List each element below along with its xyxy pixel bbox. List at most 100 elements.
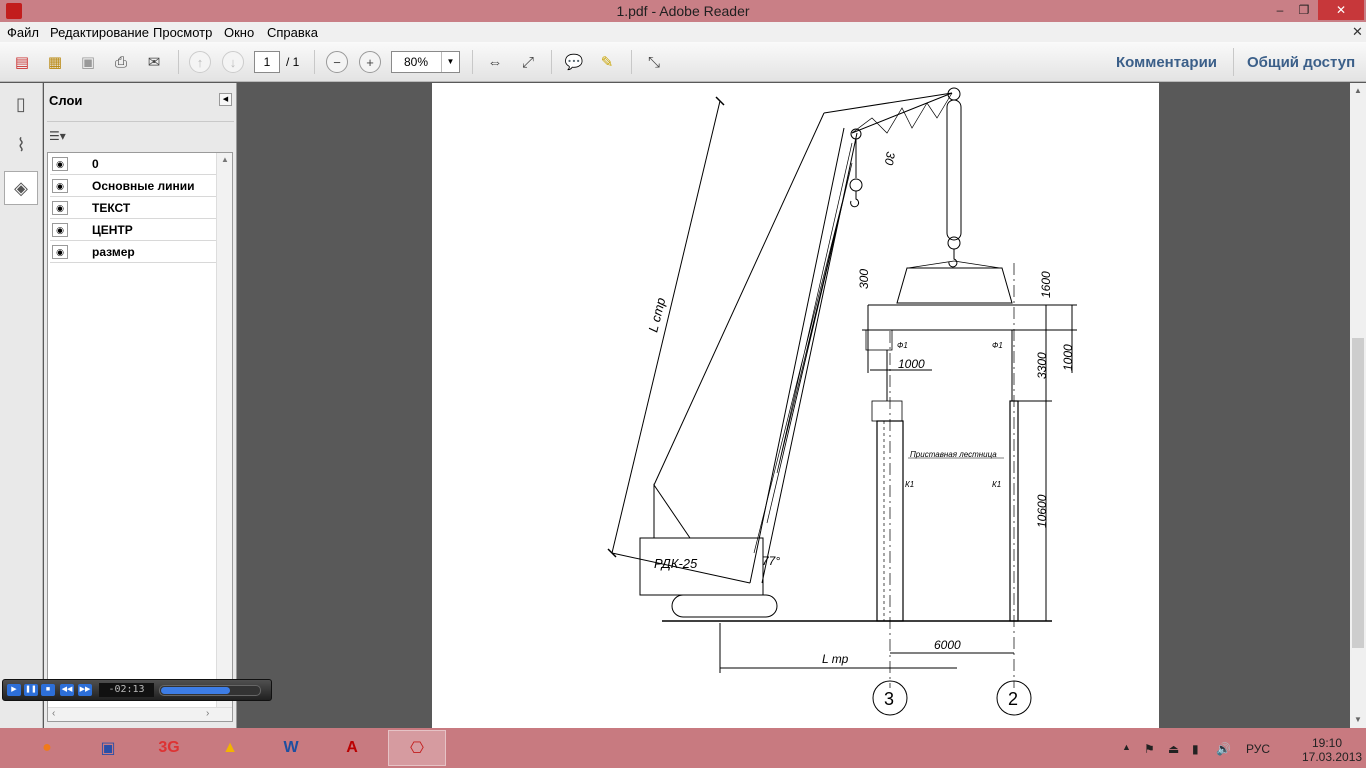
eye-icon[interactable]: ◉ [52, 245, 68, 259]
daemon-tools-icon[interactable]: ▲ [201, 730, 259, 766]
fit-page-icon[interactable]: ⤢ [515, 50, 541, 74]
menu-file[interactable]: Файл [7, 25, 39, 40]
toolbar-separator [314, 50, 315, 74]
eye-icon[interactable]: ◉ [52, 157, 68, 171]
stop-icon[interactable]: ■ [41, 684, 55, 696]
dim-3300: 3300 [1035, 352, 1049, 379]
open-folder-icon[interactable]: ▦ [42, 50, 68, 74]
aux-hook [850, 191, 860, 208]
layer-name: ЦЕНТР [92, 223, 133, 237]
taskbar: ● ▣ 3G ▲ W A ⎔ ▲ ⚑ ⏏ ▮ 🔊 РУС 19:10 17.03… [0, 728, 1366, 768]
layer-row[interactable]: ◉ Основные линии [50, 176, 216, 197]
page-thumbnails-icon[interactable]: ▯ [4, 87, 38, 121]
dim-10600: 10600 [1035, 494, 1049, 528]
usb-icon[interactable]: ⏏ [1168, 742, 1179, 756]
dim-6000: 6000 [934, 638, 961, 652]
page-number-input[interactable]: 1 [254, 51, 280, 73]
layer-name: размер [92, 245, 135, 259]
highlight-text-icon[interactable]: ✎ [594, 50, 620, 74]
layer-row[interactable]: ◉ размер [50, 242, 216, 263]
layers-hscrollbar[interactable]: ‹ › [48, 707, 232, 721]
stay-line [653, 112, 825, 486]
pdf-page[interactable]: L стр РДК-25 77° 30 1600 1000 3300 10600… [432, 83, 1159, 728]
maximize-button[interactable]: ❐ [1294, 0, 1314, 20]
save-icon[interactable]: ▣ [75, 50, 101, 74]
main-hook-pulley [947, 236, 961, 250]
media-progress-bar[interactable] [159, 685, 261, 696]
menu-view[interactable]: Просмотр [153, 25, 212, 40]
email-icon[interactable]: ✉ [141, 50, 167, 74]
close-document-button[interactable]: ✕ [1352, 24, 1363, 40]
close-button[interactable]: ✕ [1318, 0, 1364, 20]
collapse-panel-icon[interactable]: ◀ [219, 93, 232, 106]
scroll-right-icon[interactable]: › [206, 708, 209, 719]
3g-modem-icon[interactable]: 3G [140, 730, 198, 766]
scroll-up-icon[interactable]: ▲ [1354, 86, 1362, 95]
scroll-left-icon[interactable]: ‹ [52, 708, 55, 719]
layers-tree: ◉ 0 ◉ Основные линии ◉ ТЕКСТ ◉ ЦЕНТР ◉ р… [47, 152, 233, 722]
page-total: / 1 [286, 55, 300, 69]
pause-icon[interactable]: ❚❚ [24, 684, 38, 696]
print-icon[interactable]: ⎙ [108, 50, 134, 74]
previous-page-icon[interactable]: ↑ [189, 51, 211, 73]
layer-row[interactable]: ◉ ЦЕНТР [50, 220, 216, 241]
eye-icon[interactable]: ◉ [52, 223, 68, 237]
fullscreen-icon[interactable]: ⤡ [641, 50, 667, 74]
next-page-icon[interactable]: ↓ [222, 51, 244, 73]
layer-row[interactable]: ◉ 0 [50, 154, 216, 175]
eye-icon[interactable]: ◉ [52, 179, 68, 193]
action-center-icon[interactable]: ⚑ [1144, 742, 1155, 756]
layer-name: 0 [92, 157, 99, 171]
jib-line [823, 92, 953, 114]
menu-window[interactable]: Окно [224, 25, 254, 40]
clock-time: 19:10 [1311, 736, 1343, 750]
show-hidden-icons[interactable]: ▲ [1122, 742, 1131, 752]
create-pdf-icon[interactable]: ▤ [9, 50, 35, 74]
firefox-icon[interactable]: ● [18, 730, 76, 766]
network-icon[interactable]: ▮ [1192, 742, 1199, 756]
scroll-up-icon[interactable]: ▲ [221, 155, 229, 164]
layer-options-icon[interactable]: ☰▾ [49, 129, 66, 143]
menu-help[interactable]: Справка [267, 25, 318, 40]
ladder-label: Приставная лестница [910, 450, 997, 459]
comment-icon[interactable]: 💬 [561, 50, 587, 74]
column-head [871, 400, 903, 422]
media-progress-fill [161, 687, 230, 694]
dim-1000-right: 1000 [1061, 344, 1075, 371]
scroll-down-icon[interactable]: ▼ [1354, 715, 1362, 724]
document-area: L стр РДК-25 77° 30 1600 1000 3300 10600… [237, 83, 1350, 728]
adobe-reader-taskbar-icon[interactable]: ⎔ [388, 730, 446, 766]
rewind-icon[interactable]: ◀◀ [60, 684, 74, 696]
dim-1600: 1600 [1039, 271, 1053, 298]
toolbar-separator [472, 50, 473, 74]
document-scrollbar[interactable]: ▲ ▼ [1350, 83, 1366, 728]
save-floppy-icon[interactable]: ▣ [79, 730, 137, 766]
scrollbar-thumb[interactable] [1352, 338, 1364, 648]
zoom-select[interactable]: 80% ▼ [391, 51, 460, 73]
layers-scrollbar[interactable]: ▲ [216, 153, 232, 707]
fast-forward-icon[interactable]: ▶▶ [78, 684, 92, 696]
fit-width-icon[interactable]: ⇔ [482, 50, 508, 74]
zoom-in-icon[interactable]: + [359, 51, 381, 73]
attachments-icon[interactable]: ⌇ [4, 128, 38, 162]
share-link[interactable]: Общий доступ [1247, 54, 1355, 71]
volume-icon[interactable]: 🔊 [1216, 742, 1231, 756]
zoom-out-icon[interactable]: − [326, 51, 348, 73]
play-icon[interactable]: ▶ [7, 684, 21, 696]
layer-row[interactable]: ◉ ТЕКСТ [50, 198, 216, 219]
mark-k1-right: К1 [992, 480, 1001, 489]
mark-f1-left: Ф1 [897, 341, 908, 350]
word-icon[interactable]: W [262, 730, 320, 766]
zoom-value: 80% [404, 55, 429, 69]
minimize-button[interactable]: ‒ [1270, 0, 1290, 20]
jib-line [851, 92, 953, 134]
layers-title: Слои [49, 93, 83, 108]
comments-link[interactable]: Комментарии [1116, 54, 1217, 71]
chevron-down-icon[interactable]: ▼ [441, 52, 459, 72]
layers-icon[interactable]: ◈ [4, 171, 38, 205]
language-indicator[interactable]: РУС [1246, 742, 1270, 756]
eye-icon[interactable]: ◉ [52, 201, 68, 215]
menu-edit[interactable]: Редактирование [50, 25, 149, 40]
autocad-icon[interactable]: A [323, 730, 381, 766]
system-clock[interactable]: 19:10 17.03.2013 [1302, 736, 1362, 764]
